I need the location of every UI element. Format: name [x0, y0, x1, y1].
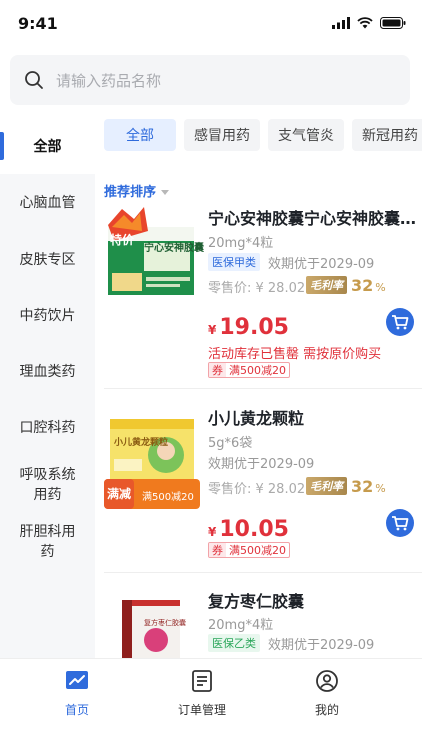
tab-covid[interactable]: 新冠用药	[352, 119, 422, 151]
margin-unit: %	[375, 280, 386, 294]
product-image-badge-detail: 满500减20	[142, 492, 194, 503]
coupon-label: 券	[209, 543, 226, 557]
product-image-label: 宁心安神胶囊	[144, 243, 204, 254]
sort-dropdown[interactable]: 推荐排序	[104, 181, 170, 200]
product-name[interactable]: 小儿黄龙颗粒	[208, 405, 418, 429]
product-image-label: 复方枣仁胶囊	[144, 619, 186, 627]
divider	[104, 572, 422, 573]
category-item-skin[interactable]: 皮肤专区	[0, 233, 95, 287]
wifi-icon	[357, 17, 373, 29]
price-symbol: ¥	[208, 323, 217, 337]
coupon-text: 满500减20	[229, 364, 286, 377]
tab-all[interactable]: 全部	[104, 119, 176, 151]
product-card[interactable]: 宁心安神胶囊 特价 宁心安神胶囊宁心安神胶囊... 20mg*4粒 医保甲类 效…	[104, 205, 422, 385]
category-item-cardio[interactable]: 心脑血管	[0, 176, 95, 230]
order-list-icon	[192, 670, 212, 692]
product-expiry: 效期优于2029-09	[208, 457, 315, 472]
category-sidebar: 全部 心脑血管 皮肤专区 中药饮片 理血类药 口腔科药 呼吸系统用药 肝胆科用药	[0, 120, 95, 660]
status-time: 9:41	[18, 14, 58, 33]
tab-profile[interactable]: 我的	[282, 667, 372, 718]
cart-icon	[392, 315, 409, 330]
category-item-liver[interactable]: 肝胆科用药	[0, 514, 95, 570]
category-item-all[interactable]: 全部	[0, 120, 95, 174]
coupon-badge: 券 满500减20	[208, 542, 290, 558]
margin-label: 毛利率	[306, 477, 347, 495]
product-card[interactable]: 小儿黄龙颗粒 满减 满500减20 小儿黄龙颗粒 5g*6袋 效期优于2029-…	[104, 405, 422, 575]
product-spec: 20mg*4粒	[208, 618, 274, 633]
category-item-respiratory[interactable]: 呼吸系统用药	[0, 457, 95, 513]
category-item-oral[interactable]: 口腔科药	[0, 401, 95, 455]
price-value: 19.05	[219, 315, 289, 340]
product-image: 复方枣仁胶囊	[104, 596, 200, 658]
tab-bronchitis[interactable]: 支气管炎	[268, 119, 344, 151]
tab-profile-label: 我的	[314, 703, 339, 717]
category-item-herbal[interactable]: 中药饮片	[0, 289, 95, 343]
sort-label: 推荐排序	[104, 185, 157, 200]
retail-price: 零售价: ¥ 28.02	[208, 482, 306, 497]
product-name[interactable]: 复方枣仁胶囊	[208, 588, 418, 612]
insurance-badge: 医保乙类	[208, 634, 260, 652]
margin-unit: %	[375, 481, 386, 495]
product-price: ¥19.05	[208, 315, 289, 340]
chevron-down-icon	[161, 190, 170, 195]
signal-icon	[332, 17, 350, 29]
chart-icon	[66, 671, 88, 689]
product-spec: 5g*6袋	[208, 436, 253, 451]
product-image: 宁心安神胶囊 特价	[104, 207, 204, 307]
margin-value: 32	[351, 275, 374, 295]
retail-price: 零售价: ¥ 28.02	[208, 281, 306, 296]
margin-label: 毛利率	[306, 276, 347, 294]
add-to-cart-button[interactable]	[386, 509, 414, 537]
price-symbol: ¥	[208, 525, 217, 539]
product-spec: 20mg*4粒	[208, 236, 274, 251]
product-image: 小儿黄龙颗粒 满减 满500减20	[104, 415, 200, 515]
status-icons	[332, 17, 406, 29]
search-input[interactable]: 请输入药品名称	[56, 70, 161, 91]
tab-orders[interactable]: 订单管理	[157, 667, 247, 718]
stock-message: 活动库存已售罄 需按原价购买	[208, 347, 382, 362]
insurance-badge: 医保甲类	[208, 253, 260, 271]
product-expiry: 效期优于2029-09	[268, 638, 375, 653]
tab-home[interactable]: 首页	[32, 667, 122, 718]
tab-cold[interactable]: 感冒用药	[184, 119, 260, 151]
subcategory-tabs: 全部 感冒用药 支气管炎 新冠用药	[104, 119, 422, 151]
bottom-tab-bar: 首页 订单管理 我的	[0, 658, 422, 750]
tab-orders-label: 订单管理	[177, 703, 226, 717]
product-name[interactable]: 宁心安神胶囊宁心安神胶囊...	[208, 205, 418, 229]
margin-rate: 毛利率 32 %	[306, 275, 386, 295]
product-image-badge: 满减	[107, 487, 132, 501]
add-to-cart-button[interactable]	[386, 308, 414, 336]
product-image-badge: 特价	[110, 233, 135, 247]
user-icon	[316, 670, 338, 692]
battery-icon	[380, 17, 406, 29]
product-price: ¥10.05	[208, 517, 289, 542]
product-card[interactable]: 复方枣仁胶囊 复方枣仁胶囊 20mg*4粒 医保乙类 效期优于2029-09	[104, 588, 422, 658]
coupon-badge: 券 满500减20	[208, 362, 290, 378]
product-image-label: 小儿黄龙颗粒	[114, 438, 169, 448]
product-expiry: 效期优于2029-09	[268, 257, 375, 272]
tab-home-label: 首页	[64, 703, 89, 717]
category-item-blood[interactable]: 理血类药	[0, 345, 95, 399]
price-value: 10.05	[219, 517, 289, 542]
search-bar[interactable]: 请输入药品名称	[10, 55, 410, 105]
status-bar: 9:41	[0, 0, 422, 46]
coupon-text: 满500减20	[229, 544, 286, 557]
margin-rate: 毛利率 32 %	[306, 476, 386, 496]
coupon-label: 券	[209, 363, 226, 377]
search-icon	[25, 71, 43, 89]
margin-value: 32	[351, 476, 374, 496]
cart-icon	[392, 516, 409, 531]
divider	[104, 388, 422, 389]
